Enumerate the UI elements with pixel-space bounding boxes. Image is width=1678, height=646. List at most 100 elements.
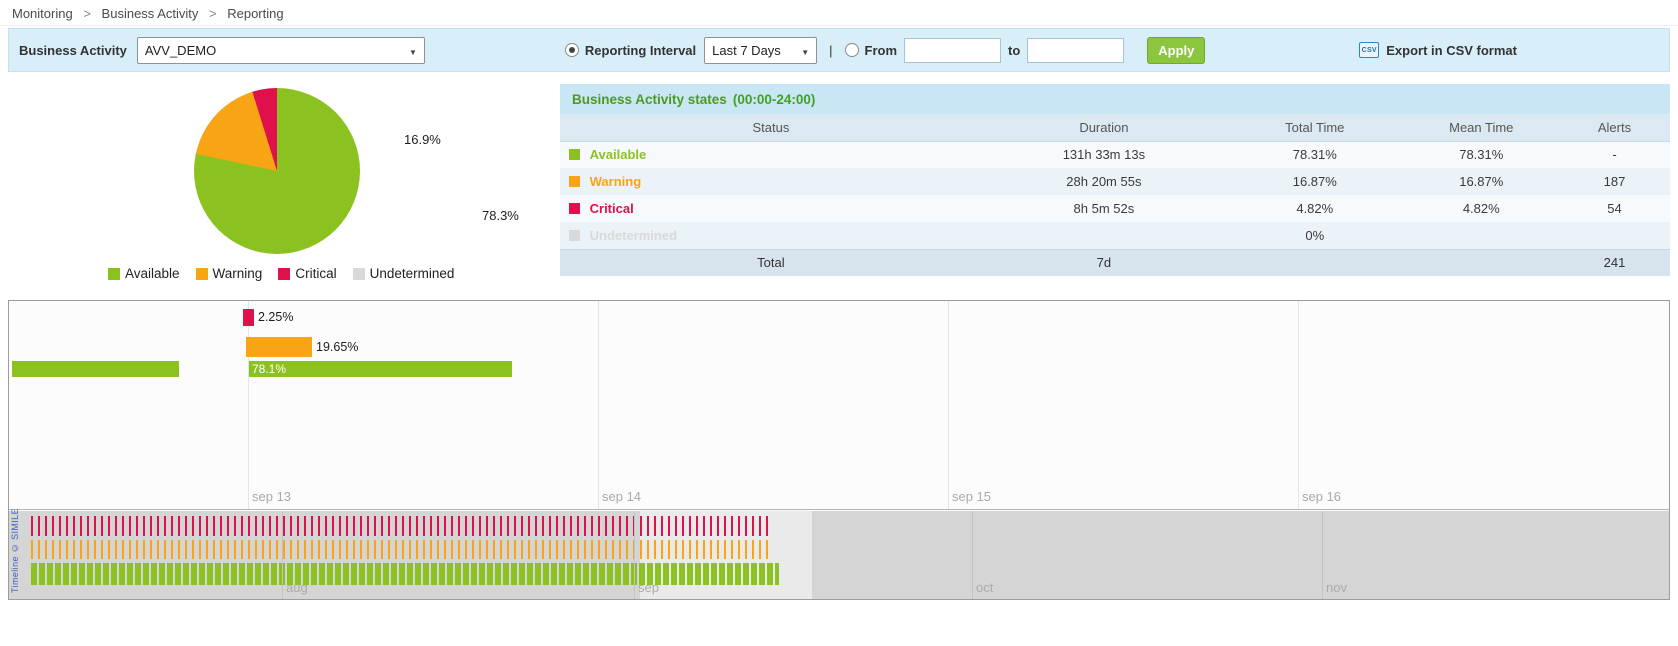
csv-icon: CSV — [1359, 42, 1379, 58]
timeline-bar-label-available: 78.1% — [249, 361, 512, 377]
table-row-warning: Warning 28h 20m 55s 16.87% 16.87% 187 — [560, 168, 1670, 195]
month-gridline — [282, 511, 283, 599]
day-label: sep 16 — [1302, 489, 1341, 504]
month-label: nov — [1326, 580, 1347, 595]
chevron-down-icon — [409, 43, 417, 58]
to-date-input[interactable] — [1027, 38, 1124, 63]
cell-mean-time — [1404, 222, 1559, 249]
reporting-interval-label: Reporting Interval — [585, 43, 696, 58]
from-label: From — [865, 43, 898, 58]
legend-swatch-undetermined — [353, 268, 365, 280]
status-label-available: Available — [590, 147, 647, 162]
toolbar: Business Activity AVV_DEMO Reporting Int… — [8, 28, 1670, 72]
status-swatch-critical — [569, 203, 580, 214]
business-activity-label: Business Activity — [19, 43, 127, 58]
timeline-overview-band[interactable]: aug sep oct nov — [9, 511, 1669, 599]
apply-button[interactable]: Apply — [1147, 37, 1205, 64]
month-label: sep — [638, 580, 659, 595]
legend-item-undetermined: Undetermined — [353, 266, 455, 281]
reporting-interval-radio[interactable] — [565, 43, 579, 57]
overview-ticks-warning — [31, 540, 773, 559]
table-row-available: Available 131h 33m 13s 78.31% 78.31% - — [560, 141, 1670, 168]
column-header-status: Status — [560, 114, 982, 141]
states-table: Status Duration Total Time Mean Time Ale… — [560, 114, 1670, 276]
reporting-interval-select[interactable]: Last 7 Days — [704, 37, 817, 64]
breadcrumb-separator: > — [83, 6, 91, 21]
timeline-bar-available[interactable]: 78.1% — [249, 361, 512, 377]
breadcrumb: Monitoring > Business Activity > Reporti… — [0, 0, 1678, 26]
cell-alerts: 54 — [1559, 195, 1670, 222]
timeline-main-band[interactable]: sep 13 sep 14 sep 15 sep 16 2.25% 19.65%… — [9, 301, 1669, 510]
pie-slice-label-available: 78.3% — [482, 208, 519, 223]
column-header-mean-time: Mean Time — [1404, 114, 1559, 141]
reporting-interval-value: Last 7 Days — [712, 43, 781, 58]
cell-duration: 131h 33m 13s — [982, 141, 1226, 168]
business-activity-select[interactable]: AVV_DEMO — [137, 37, 425, 64]
month-gridline — [1322, 511, 1323, 599]
legend-item-warning: Warning — [196, 266, 263, 281]
day-label: sep 13 — [252, 489, 291, 504]
pie-legend: Available Warning Critical Undetermined — [108, 266, 454, 281]
cell-total-time: 0% — [1226, 222, 1404, 249]
chevron-down-icon — [801, 43, 809, 58]
timeline-bar-label-warning: 19.65% — [316, 340, 358, 354]
pie-slice-label-warning: 16.9% — [404, 132, 441, 147]
table-row-critical: Critical 8h 5m 52s 4.82% 4.82% 54 — [560, 195, 1670, 222]
overview-ticks-available — [31, 563, 779, 585]
export-csv-label: Export in CSV format — [1386, 43, 1517, 58]
month-label: aug — [286, 580, 308, 595]
day-gridline — [1298, 301, 1299, 509]
business-activity-value: AVV_DEMO — [145, 43, 216, 58]
month-label: oct — [976, 580, 993, 595]
status-label-warning: Warning — [590, 174, 642, 189]
pie-chart-panel: 16.9% 78.3% Available Warning Critical U… — [8, 84, 560, 290]
status-swatch-available — [569, 149, 580, 160]
day-gridline — [598, 301, 599, 509]
states-table-header-row: Status Duration Total Time Mean Time Ale… — [560, 114, 1670, 141]
pie-chart[interactable]: 16.9% 78.3% — [194, 88, 360, 254]
cell-mean-time: 4.82% — [1404, 195, 1559, 222]
timeline-bar-warning[interactable] — [246, 337, 312, 357]
custom-range-radio[interactable] — [845, 43, 859, 57]
status-swatch-warning — [569, 176, 580, 187]
timeline-watermark: Timeline © SIMILE — [10, 508, 20, 593]
states-table-title: Business Activity states (00:00-24:00) — [560, 84, 1670, 114]
states-table-panel: Business Activity states (00:00-24:00) S… — [560, 84, 1670, 290]
day-label: sep 14 — [602, 489, 641, 504]
timeline-bar-available-previous[interactable] — [12, 361, 179, 377]
table-row-undetermined: Undetermined 0% — [560, 222, 1670, 249]
timeline-bar-label-critical: 2.25% — [258, 310, 293, 324]
from-date-input[interactable] — [904, 38, 1001, 63]
overview-ticks-critical — [31, 516, 771, 536]
cell-duration: 28h 20m 55s — [982, 168, 1226, 195]
column-header-duration: Duration — [982, 114, 1226, 141]
legend-swatch-warning — [196, 268, 208, 280]
status-label-critical: Critical — [590, 201, 634, 216]
toolbar-separator: | — [829, 43, 832, 58]
breadcrumb-business-activity[interactable]: Business Activity — [102, 6, 199, 21]
table-row-total: Total 7d 241 — [560, 249, 1670, 276]
column-header-alerts: Alerts — [1559, 114, 1670, 141]
export-csv-button[interactable]: CSV Export in CSV format — [1359, 42, 1517, 58]
legend-swatch-available — [108, 268, 120, 280]
day-gridline — [948, 301, 949, 509]
status-label-undetermined: Undetermined — [590, 228, 677, 243]
cell-duration: 7d — [982, 249, 1226, 276]
timeline: sep 13 sep 14 sep 15 sep 16 2.25% 19.65%… — [8, 300, 1670, 600]
to-label: to — [1008, 43, 1020, 58]
timeline-bar-critical[interactable] — [243, 309, 254, 326]
legend-swatch-critical — [278, 268, 290, 280]
cell-mean-time: 78.31% — [1404, 141, 1559, 168]
breadcrumb-reporting: Reporting — [227, 6, 283, 21]
cell-total-time: 4.82% — [1226, 195, 1404, 222]
cell-alerts — [1559, 222, 1670, 249]
cell-total-label: Total — [560, 249, 982, 276]
legend-item-available: Available — [108, 266, 180, 281]
cell-alerts: 241 — [1559, 249, 1670, 276]
day-gridline — [248, 301, 249, 509]
cell-alerts: 187 — [1559, 168, 1670, 195]
breadcrumb-monitoring[interactable]: Monitoring — [12, 6, 73, 21]
month-gridline — [972, 511, 973, 599]
breadcrumb-separator: > — [209, 6, 217, 21]
month-gridline — [634, 511, 635, 599]
